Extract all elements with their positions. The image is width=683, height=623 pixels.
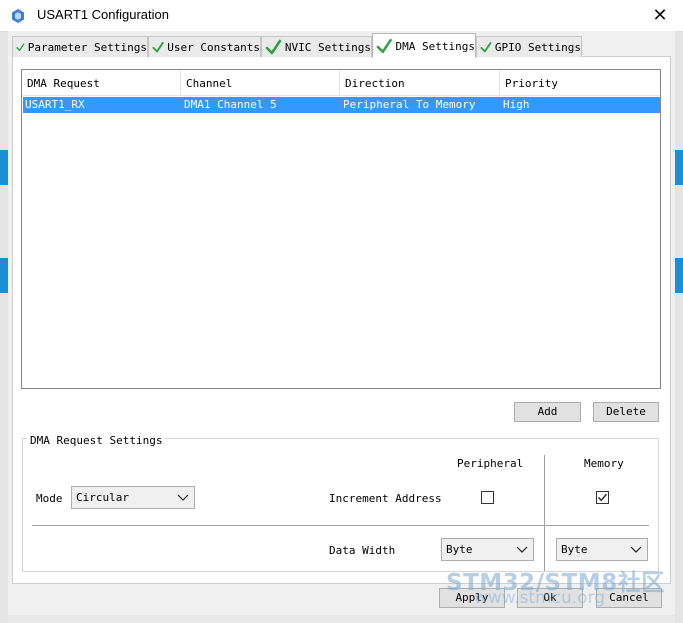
column-header-priority[interactable]: Priority <box>500 70 660 96</box>
app-icon <box>12 9 24 23</box>
row-divider <box>32 525 649 526</box>
mode-select[interactable]: Circular <box>71 486 195 509</box>
chevron-down-icon <box>177 494 189 501</box>
tab-label: Parameter Settings <box>27 40 147 54</box>
tab-nvic-settings[interactable]: NVIC Settings <box>261 36 372 57</box>
check-icon <box>265 39 282 54</box>
add-button[interactable]: Add <box>514 402 581 422</box>
table-row[interactable]: USART1_RX DMA1 Channel 5 Peripheral To M… <box>23 97 660 113</box>
group-title: DMA Request Settings <box>27 434 166 447</box>
tab-label: User Constants <box>167 40 260 54</box>
check-icon <box>16 42 25 51</box>
column-header-dma-request[interactable]: DMA Request <box>22 70 181 96</box>
data-width-memory-select[interactable]: Byte <box>556 538 648 561</box>
background-left-edge <box>0 31 8 623</box>
column-header-channel[interactable]: Channel <box>181 70 340 96</box>
background-right-blue-bar-2 <box>675 258 683 293</box>
increment-address-label: Increment Address <box>329 492 442 505</box>
increment-memory-checkbox[interactable] <box>596 491 609 504</box>
check-icon <box>152 41 164 52</box>
tab-user-constants[interactable]: User Constants <box>148 36 261 57</box>
tab-gpio-settings[interactable]: GPIO Settings <box>476 36 582 57</box>
column-divider <box>544 455 545 571</box>
mode-select-value: Circular <box>76 491 129 504</box>
column-header-direction[interactable]: Direction <box>340 70 500 96</box>
data-width-peripheral-select[interactable]: Byte <box>441 538 534 561</box>
background-left-blue-bar-2 <box>0 258 8 293</box>
data-width-label: Data Width <box>329 544 396 557</box>
chevron-down-icon <box>516 546 528 553</box>
tab-parameter-settings[interactable]: Parameter Settings <box>12 36 148 57</box>
close-icon: ✕ <box>652 5 668 25</box>
check-icon <box>480 41 492 52</box>
mode-label: Mode <box>36 492 63 505</box>
increment-peripheral-checkbox[interactable] <box>481 491 494 504</box>
checkmark-icon <box>597 493 608 502</box>
background-left-blue-bar <box>0 150 8 185</box>
dma-request-table[interactable]: DMA Request Channel Direction Priority U… <box>21 69 661 389</box>
chevron-down-icon <box>630 546 642 553</box>
check-icon <box>376 38 392 53</box>
cell-direction: Peripheral To Memory <box>343 98 476 111</box>
delete-button[interactable]: Delete <box>593 402 659 422</box>
tab-label: GPIO Settings <box>494 40 581 54</box>
tab-dma-settings[interactable]: DMA Settings <box>372 33 476 58</box>
tab-label: NVIC Settings <box>284 40 371 54</box>
cell-channel: DMA1 Channel 5 <box>184 98 277 111</box>
window-title: USART1 Configuration <box>37 7 169 22</box>
close-button[interactable]: ✕ <box>643 2 677 29</box>
background-right-edge <box>675 31 683 623</box>
data-width-memory-value: Byte <box>561 543 588 556</box>
memory-header: Memory <box>584 457 624 470</box>
cell-priority: High <box>503 98 530 111</box>
tab-label: DMA Settings <box>395 39 475 53</box>
watermark-url: www.stmcu.org <box>474 588 606 608</box>
cell-dma-request: USART1_RX <box>25 98 85 111</box>
background-right-blue-bar <box>675 150 683 185</box>
data-width-peripheral-value: Byte <box>446 543 473 556</box>
peripheral-header: Peripheral <box>457 457 524 470</box>
